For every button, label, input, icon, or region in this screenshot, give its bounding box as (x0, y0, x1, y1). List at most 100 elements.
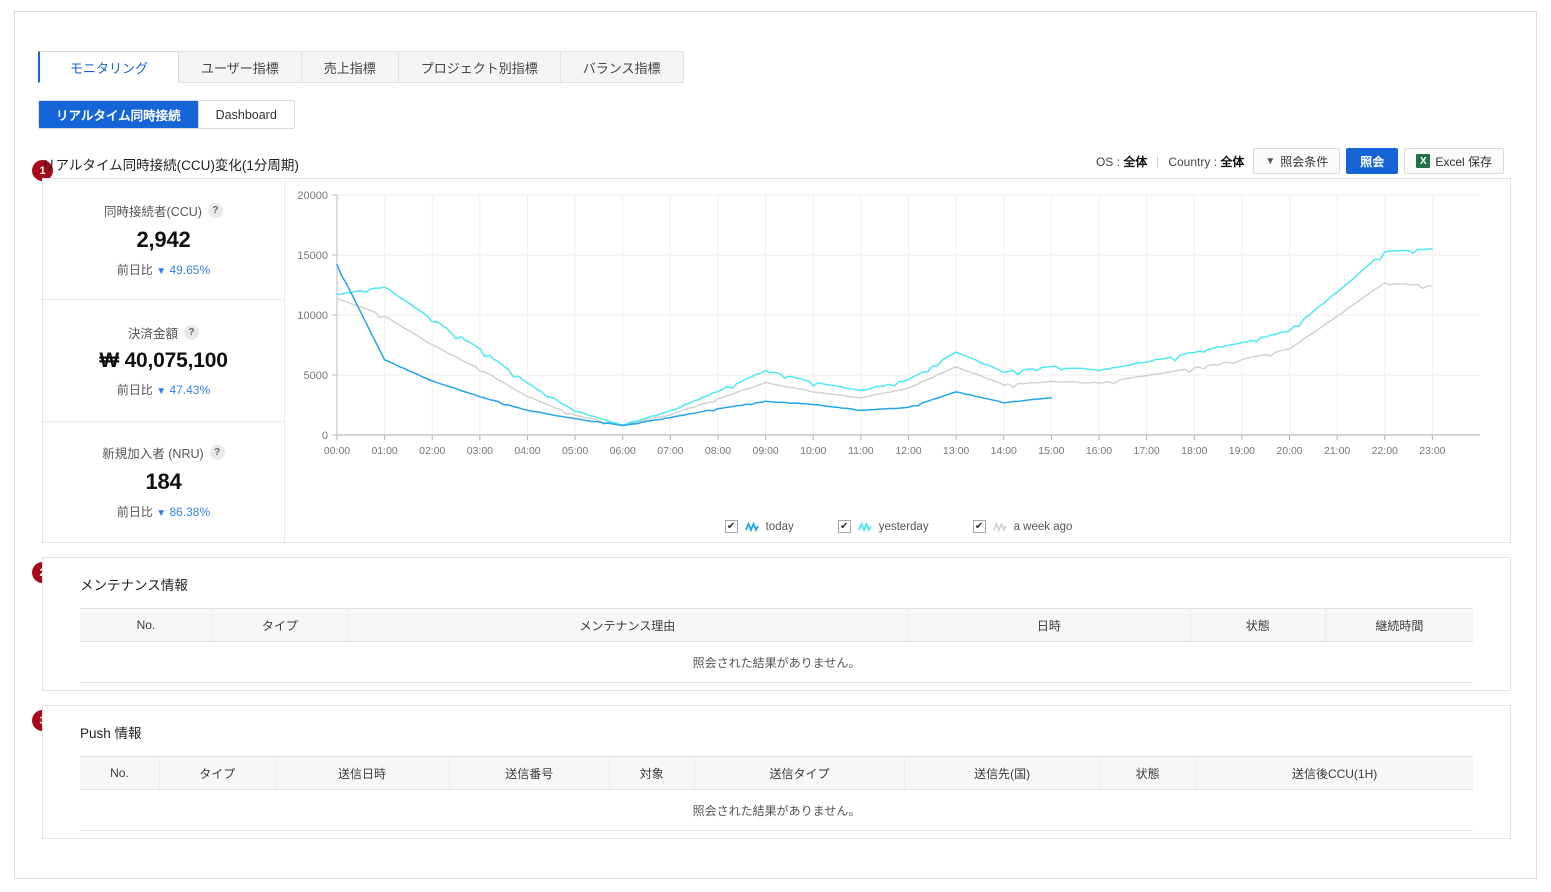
stat-payment-delta-pct: 47.43% (169, 382, 211, 397)
subtab-realtime-ccu[interactable]: リアルタイム同時接続 (39, 101, 199, 128)
country-filter[interactable]: Country : 全体 (1168, 153, 1244, 170)
svg-text:10:00: 10:00 (800, 445, 826, 457)
chart-canvas: 0 5000 10000 15000 20000 00:00 01:00 02:00 03:00… (297, 190, 1480, 457)
svg-text:09:00: 09:00 (752, 445, 778, 457)
tab-label: ユーザー指標 (201, 60, 279, 76)
legend-item-today[interactable]: ✔ today (724, 520, 794, 533)
excel-icon: X (1416, 154, 1431, 168)
svg-text:20:00: 20:00 (1276, 445, 1302, 457)
wave-icon (857, 521, 872, 532)
filter-conditions-label: 照会条件 (1280, 154, 1329, 169)
col-duration: 継続時間 (1325, 608, 1473, 642)
push-card: Push 情報 No. タイプ 送信日時 送信番号 対象 送信タイプ 送信先(国… (42, 705, 1511, 839)
svg-text:19:00: 19:00 (1229, 445, 1255, 457)
svg-text:21:00: 21:00 (1324, 445, 1350, 457)
svg-text:04:00: 04:00 (514, 445, 540, 457)
maintenance-table: No. タイプ メンテナンス理由 日時 状態 継続時間 照会された結果がありませ… (80, 608, 1473, 683)
push-empty-text: 照会された結果がありません。 (80, 789, 1473, 831)
stat-nru-delta-pct: 86.38% (169, 505, 211, 520)
chart-controls: OS : 全体 Country : 全体 ▼ 照会条件 照会 X Excel 保… (1096, 148, 1504, 174)
col-reason: メンテナンス理由 (347, 608, 908, 642)
svg-text:15000: 15000 (297, 250, 328, 262)
svg-text:00:00: 00:00 (324, 445, 350, 457)
stat-payment-delta: 前日比 ▼ 47.43% (117, 381, 210, 398)
legend-label: today (765, 520, 794, 533)
search-button[interactable]: 照会 (1346, 148, 1399, 174)
svg-text:12:00: 12:00 (895, 445, 921, 457)
tab-label: プロジェクト別指標 (420, 60, 538, 76)
svg-text:18:00: 18:00 (1181, 445, 1207, 457)
table-empty-row: 照会された結果がありません。 (80, 789, 1473, 831)
funnel-icon: ▼ (1265, 155, 1276, 167)
excel-export-button[interactable]: X Excel 保存 (1404, 148, 1504, 174)
maintenance-empty-text: 照会された結果がありません。 (80, 641, 1473, 683)
table-header-row: No. タイプ メンテナンス理由 日時 状態 継続時間 (80, 608, 1473, 642)
col-send-country: 送信先(国) (904, 756, 1101, 790)
wave-icon (992, 521, 1007, 532)
tab-monitoring[interactable]: モニタリング (38, 51, 180, 83)
col-type: タイプ (159, 756, 276, 790)
svg-text:11:00: 11:00 (848, 445, 874, 457)
stat-ccu-value: 2,942 (136, 226, 191, 252)
section-1-title: リアルタイム同時接続(CCU)変化(1分周期) (42, 158, 299, 173)
svg-text:02:00: 02:00 (419, 445, 445, 457)
col-status: 状態 (1190, 608, 1326, 642)
tab-balance-metrics[interactable]: バランス指標 (560, 51, 684, 83)
col-no: No. (80, 756, 160, 790)
filter-conditions-button[interactable]: ▼ 照会条件 (1253, 148, 1341, 174)
tab-label: バランス指標 (582, 60, 661, 76)
col-status: 状態 (1099, 756, 1197, 790)
svg-text:06:00: 06:00 (610, 445, 636, 457)
tab-project-metrics[interactable]: プロジェクト別指標 (398, 51, 561, 83)
stat-payment-label: 決済金額 (127, 326, 178, 341)
legend-label: a week ago (1013, 520, 1073, 533)
svg-text:07:00: 07:00 (657, 445, 683, 457)
svg-text:05:00: 05:00 (562, 445, 588, 457)
svg-text:14:00: 14:00 (991, 445, 1017, 457)
subtab-label: リアルタイム同時接続 (56, 109, 181, 123)
stat-ccu-delta-pct: 49.65% (169, 262, 211, 277)
svg-text:20000: 20000 (297, 190, 328, 202)
col-no: No. (80, 608, 213, 642)
section-3-title: Push 情報 (80, 726, 142, 741)
stat-ccu-delta-label: 前日比 (116, 262, 153, 277)
down-arrow-icon: ▼ (156, 508, 167, 520)
tab-user-metrics[interactable]: ユーザー指標 (179, 51, 302, 83)
control-divider (1157, 154, 1159, 168)
subtab-dashboard[interactable]: Dashboard (198, 101, 294, 128)
legend-checkbox[interactable]: ✔ (972, 520, 986, 533)
stat-ccu-label: 同時接続者(CCU) (104, 204, 202, 219)
help-icon[interactable]: ? (184, 324, 199, 340)
stat-ccu-label-row: 同時接続者(CCU) ? (104, 201, 223, 220)
legend-item-week-ago[interactable]: ✔ a week ago (972, 520, 1073, 533)
table-header-row: No. タイプ 送信日時 送信番号 対象 送信タイプ 送信先(国) 状態 送信後… (80, 756, 1473, 790)
stats-panel: 同時接続者(CCU) ? 2,942 前日比 ▼ 49.65% 決済金額 ? ₩… (43, 179, 285, 542)
tab-label: 売上指標 (323, 60, 376, 76)
down-arrow-icon: ▼ (156, 265, 167, 277)
svg-text:5000: 5000 (304, 370, 328, 382)
legend-label: yesterday (878, 520, 929, 533)
legend-checkbox[interactable]: ✔ (837, 520, 851, 533)
legend-checkbox[interactable]: ✔ (724, 520, 738, 533)
svg-text:08:00: 08:00 (705, 445, 731, 457)
svg-text:10000: 10000 (297, 310, 328, 322)
stat-ccu: 同時接続者(CCU) ? 2,942 前日比 ▼ 49.65% (43, 179, 284, 301)
stat-nru-delta: 前日比 ▼ 86.38% (117, 503, 210, 520)
main-tab-bar: モニタリング ユーザー指標 売上指標 プロジェクト別指標 バランス指標 (38, 51, 684, 83)
legend-item-yesterday[interactable]: ✔ yesterday (837, 520, 929, 533)
svg-text:23:00: 23:00 (1419, 445, 1445, 457)
chart-legend: ✔ today ✔ yesterday ✔ a week ago (285, 520, 1512, 533)
svg-text:03:00: 03:00 (467, 445, 493, 457)
help-icon[interactable]: ? (209, 445, 225, 461)
os-filter[interactable]: OS : 全体 (1096, 153, 1147, 170)
svg-text:13:00: 13:00 (943, 445, 969, 457)
excel-export-label: Excel 保存 (1435, 154, 1492, 169)
help-icon[interactable]: ? (207, 202, 223, 218)
stat-payment: 決済金額 ? ₩ 40,075,100 前日比 ▼ 47.43% (43, 300, 284, 422)
tab-sales-metrics[interactable]: 売上指標 (301, 51, 399, 83)
down-arrow-icon: ▼ (156, 385, 167, 397)
os-filter-value: 全体 (1123, 154, 1148, 169)
stat-payment-value: ₩ 40,075,100 (99, 348, 228, 372)
col-target: 対象 (609, 756, 695, 790)
stat-payment-label-row: 決済金額 ? (128, 323, 199, 342)
